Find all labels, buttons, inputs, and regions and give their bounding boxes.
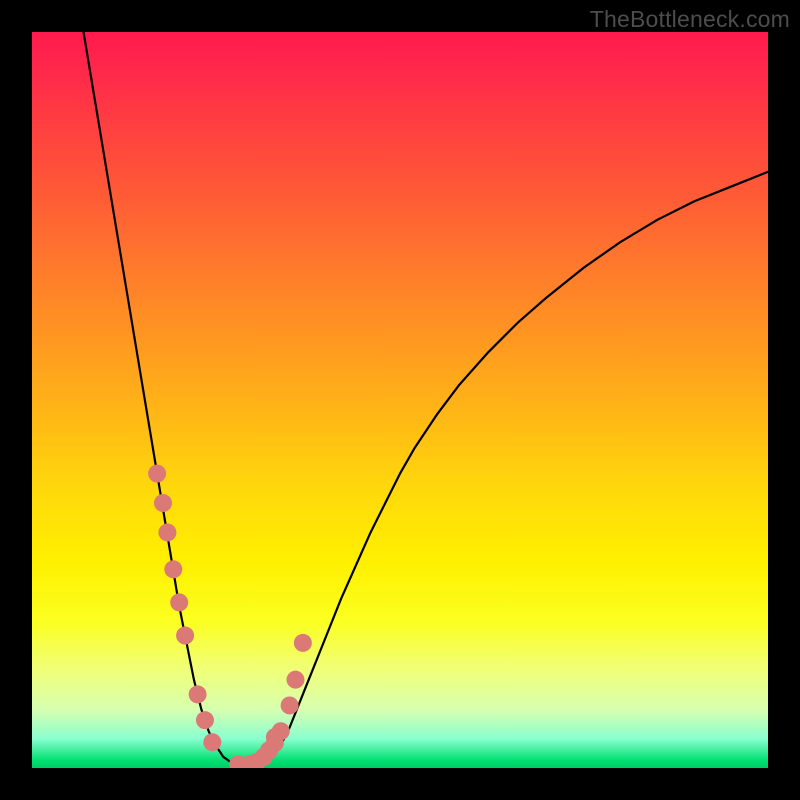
- scatter-point: [203, 733, 221, 751]
- watermark-label: TheBottleneck.com: [590, 6, 790, 33]
- scatter-point: [189, 685, 207, 703]
- scatter-point: [154, 494, 172, 512]
- scatter-point: [164, 560, 182, 578]
- scatter-point: [170, 593, 188, 611]
- scatter-point: [286, 671, 304, 689]
- chart-frame: TheBottleneck.com: [0, 0, 800, 800]
- scatter-point: [294, 634, 312, 652]
- scatter-point: [158, 523, 176, 541]
- scatter-point: [196, 711, 214, 729]
- scatter-point: [266, 728, 284, 746]
- scatter-point: [148, 465, 166, 483]
- chart-svg: [32, 32, 768, 768]
- marker-layer: [148, 465, 312, 768]
- curve-layer: [84, 32, 768, 766]
- scatter-point: [281, 696, 299, 714]
- scatter-point: [176, 627, 194, 645]
- plot-area: [32, 32, 768, 768]
- bottleneck-curve: [84, 32, 768, 766]
